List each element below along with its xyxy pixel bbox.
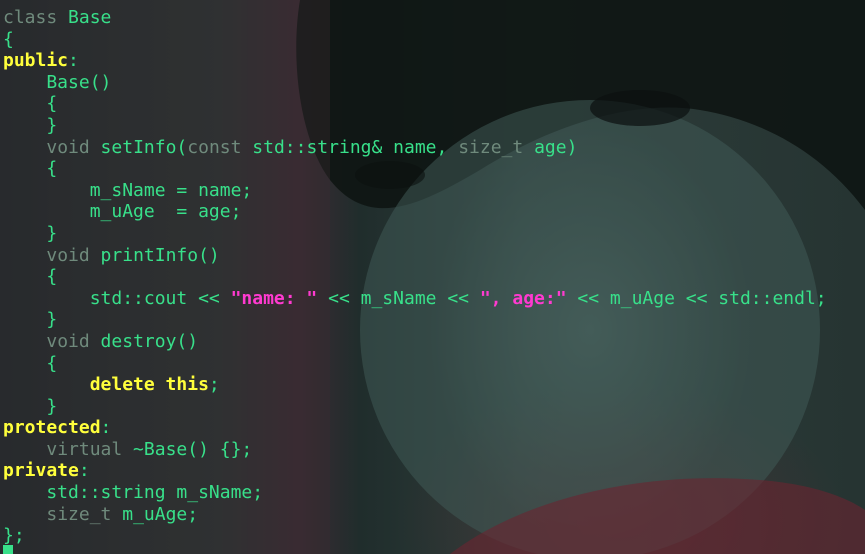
code-line[interactable]: {	[3, 29, 827, 51]
code-token: size_t	[458, 136, 524, 158]
code-line[interactable]: m_sName = name;	[3, 180, 827, 202]
code-token: size_t	[46, 503, 112, 525]
code-line[interactable]: delete this;	[3, 374, 827, 396]
code-token: private	[3, 460, 79, 482]
code-token: const	[187, 136, 242, 158]
code-line[interactable]: std::cout << "name: " << m_sName << ", a…	[3, 288, 827, 310]
code-token: printInfo()	[89, 244, 220, 266]
code-line[interactable]: virtual ~Base() {};	[3, 439, 827, 461]
code-token: }	[3, 309, 58, 331]
code-line[interactable]: size_t m_uAge;	[3, 504, 827, 526]
code-token: virtual	[46, 438, 123, 460]
code-token: m_uAge;	[111, 503, 199, 525]
code-token: void	[46, 136, 90, 158]
code-line[interactable]: void printInfo()	[3, 245, 827, 267]
code-token: };	[3, 525, 25, 547]
code-token: {	[3, 266, 58, 288]
code-token: void	[46, 330, 90, 352]
code-token: destroy()	[89, 330, 199, 352]
code-buffer[interactable]: class Base{public: Base() { } void setIn…	[3, 7, 827, 547]
code-token: setInfo(	[89, 136, 188, 158]
code-token: ~Base() {};	[122, 438, 253, 460]
code-token: std::cout <<	[3, 287, 231, 309]
code-line[interactable]: }	[3, 309, 827, 331]
terminal-editor-window[interactable]: class Base{public: Base() { } void setIn…	[0, 0, 865, 554]
code-token: Base	[68, 7, 112, 28]
code-line[interactable]: }	[3, 396, 827, 418]
code-token: class	[3, 7, 69, 28]
code-token: std::string m_sName;	[3, 482, 264, 504]
code-token: }	[3, 395, 58, 417]
code-line[interactable]: void destroy()	[3, 331, 827, 353]
code-token: public	[3, 50, 69, 72]
code-line[interactable]: std::string m_sName;	[3, 482, 827, 504]
code-token: :	[100, 417, 112, 439]
code-token: {	[3, 158, 58, 180]
code-line[interactable]: {	[3, 353, 827, 375]
code-token: m_uAge = age;	[3, 201, 242, 223]
code-line[interactable]: };	[3, 525, 827, 547]
code-token: << m_uAge << std::endl;	[566, 287, 827, 309]
code-token: protected	[3, 417, 101, 439]
code-token: :	[78, 460, 90, 482]
code-token: m_sName = name;	[3, 179, 253, 201]
code-token: }	[3, 222, 58, 244]
code-token: Base()	[3, 71, 112, 93]
code-line[interactable]: private:	[3, 460, 827, 482]
code-token: :	[68, 50, 79, 72]
code-line[interactable]: {	[3, 158, 827, 180]
code-token: ;	[208, 374, 220, 396]
code-token: void	[46, 244, 90, 266]
code-line[interactable]: void setInfo(const std::string& name, si…	[3, 137, 827, 159]
code-line[interactable]: }	[3, 223, 827, 245]
code-token: age)	[523, 136, 578, 158]
code-line[interactable]: class Base	[3, 7, 827, 29]
code-token: delete this	[89, 374, 209, 396]
code-line[interactable]: protected:	[3, 417, 827, 439]
code-line[interactable]: }	[3, 115, 827, 137]
code-line[interactable]: {	[3, 93, 827, 115]
code-token: }	[3, 114, 58, 136]
code-token: "name: "	[230, 287, 318, 309]
code-token: {	[3, 352, 58, 374]
code-token: ", age:"	[479, 287, 567, 309]
code-line[interactable]: m_uAge = age;	[3, 201, 827, 223]
text-cursor	[3, 545, 13, 554]
code-token: << m_sName <<	[317, 287, 480, 309]
code-token: std::string& name,	[241, 136, 459, 158]
code-line[interactable]: public:	[3, 50, 827, 72]
code-token: {	[3, 93, 58, 115]
code-token: {	[3, 28, 14, 50]
code-line[interactable]: {	[3, 266, 827, 288]
code-line[interactable]: Base()	[3, 72, 827, 94]
